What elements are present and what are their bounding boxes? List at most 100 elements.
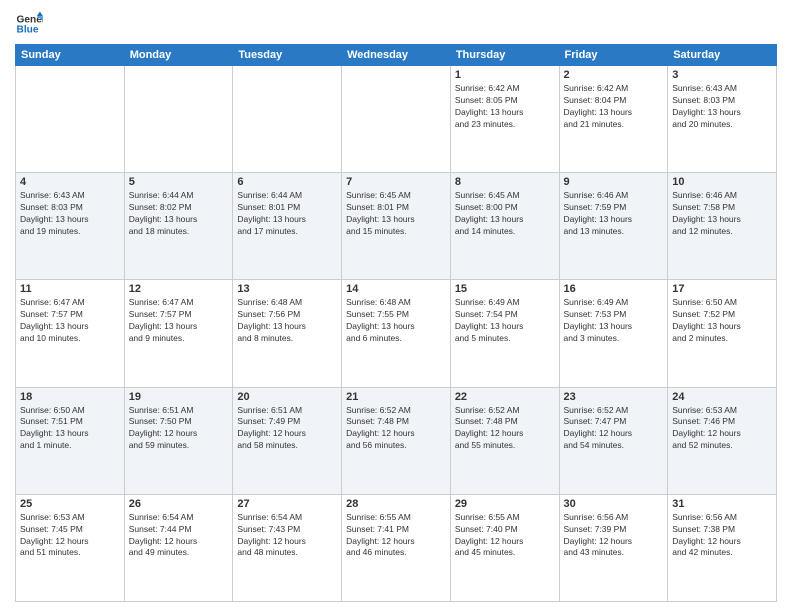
week-row-1: 1Sunrise: 6:42 AM Sunset: 8:05 PM Daylig… [16, 66, 777, 173]
day-cell: 16 Sunrise: 6:49 AM Sunset: 7:53 PM Dayli… [559, 280, 668, 387]
day-info: Sunrise: 6:49 AM Sunset: 7:54 PM Dayligh… [455, 297, 555, 345]
day-number: 22 [455, 391, 555, 403]
day-number: 7 [346, 176, 446, 188]
day-number: 20 [237, 391, 337, 403]
day-cell [342, 66, 451, 173]
day-number: 4 [20, 176, 120, 188]
day-cell: 28Sunrise: 6:55 AM Sunset: 7:41 PM Dayli… [342, 494, 451, 601]
day-info: Sunrise: 6:48 AM Sunset: 7:56 PM Dayligh… [237, 297, 337, 345]
day-number: 29 [455, 498, 555, 510]
day-info: Sunrise: 6:49 AM Sunset: 7:53 PM Dayligh… [564, 297, 664, 345]
day-number: 18 [20, 391, 120, 403]
day-number: 14 [346, 283, 446, 295]
day-cell: 14 Sunrise: 6:48 AM Sunset: 7:55 PM Dayli… [342, 280, 451, 387]
day-number: 6 [237, 176, 337, 188]
day-number: 9 [564, 176, 664, 188]
day-number: 25 [20, 498, 120, 510]
day-info: Sunrise: 6:48 AM Sunset: 7:55 PM Dayligh… [346, 297, 446, 345]
day-info: Sunrise: 6:46 AM Sunset: 7:59 PM Dayligh… [564, 190, 664, 238]
weekday-thursday: Thursday [450, 45, 559, 66]
day-number: 17 [672, 283, 772, 295]
day-cell: 19 Sunrise: 6:51 AM Sunset: 7:50 PM Dayli… [124, 387, 233, 494]
day-info: Sunrise: 6:45 AM Sunset: 8:01 PM Dayligh… [346, 190, 446, 238]
day-info: Sunrise: 6:54 AM Sunset: 7:43 PM Dayligh… [237, 512, 337, 560]
day-cell: 25 Sunrise: 6:53 AM Sunset: 7:45 PM Dayli… [16, 494, 125, 601]
weekday-monday: Monday [124, 45, 233, 66]
day-number: 31 [672, 498, 772, 510]
day-cell: 3Sunrise: 6:43 AM Sunset: 8:03 PM Daylig… [668, 66, 777, 173]
day-number: 12 [129, 283, 229, 295]
day-cell: 17 Sunrise: 6:50 AM Sunset: 7:52 PM Dayli… [668, 280, 777, 387]
day-cell: 12 Sunrise: 6:47 AM Sunset: 7:57 PM Dayli… [124, 280, 233, 387]
day-cell [124, 66, 233, 173]
header: General Blue [15, 10, 777, 38]
week-row-4: 18 Sunrise: 6:50 AM Sunset: 7:51 PM Dayli… [16, 387, 777, 494]
day-info: Sunrise: 6:44 AM Sunset: 8:01 PM Dayligh… [237, 190, 337, 238]
day-number: 30 [564, 498, 664, 510]
day-info: Sunrise: 6:51 AM Sunset: 7:50 PM Dayligh… [129, 405, 229, 453]
day-cell [233, 66, 342, 173]
day-cell: 1Sunrise: 6:42 AM Sunset: 8:05 PM Daylig… [450, 66, 559, 173]
day-number: 1 [455, 69, 555, 81]
day-cell: 26 Sunrise: 6:54 AM Sunset: 7:44 PM Dayli… [124, 494, 233, 601]
day-cell: 23 Sunrise: 6:52 AM Sunset: 7:47 PM Dayli… [559, 387, 668, 494]
day-info: Sunrise: 6:42 AM Sunset: 8:04 PM Dayligh… [564, 83, 664, 131]
day-cell: 29 Sunrise: 6:55 AM Sunset: 7:40 PM Dayli… [450, 494, 559, 601]
weekday-tuesday: Tuesday [233, 45, 342, 66]
weekday-header-row: SundayMondayTuesdayWednesdayThursdayFrid… [16, 45, 777, 66]
day-number: 19 [129, 391, 229, 403]
day-info: Sunrise: 6:55 AM Sunset: 7:41 PM Dayligh… [346, 512, 446, 560]
day-info: Sunrise: 6:56 AM Sunset: 7:39 PM Dayligh… [564, 512, 664, 560]
svg-text:Blue: Blue [17, 25, 39, 36]
day-cell: 18 Sunrise: 6:50 AM Sunset: 7:51 PM Dayli… [16, 387, 125, 494]
day-number: 8 [455, 176, 555, 188]
day-cell: 13 Sunrise: 6:48 AM Sunset: 7:56 PM Dayli… [233, 280, 342, 387]
day-number: 2 [564, 69, 664, 81]
day-info: Sunrise: 6:44 AM Sunset: 8:02 PM Dayligh… [129, 190, 229, 238]
day-info: Sunrise: 6:55 AM Sunset: 7:40 PM Dayligh… [455, 512, 555, 560]
day-cell: 22 Sunrise: 6:52 AM Sunset: 7:48 PM Dayli… [450, 387, 559, 494]
day-number: 13 [237, 283, 337, 295]
day-info: Sunrise: 6:50 AM Sunset: 7:51 PM Dayligh… [20, 405, 120, 453]
day-cell: 7 Sunrise: 6:45 AM Sunset: 8:01 PM Daylig… [342, 173, 451, 280]
day-cell: 5 Sunrise: 6:44 AM Sunset: 8:02 PM Daylig… [124, 173, 233, 280]
day-number: 5 [129, 176, 229, 188]
day-cell: 24Sunrise: 6:53 AM Sunset: 7:46 PM Dayli… [668, 387, 777, 494]
day-cell: 2 Sunrise: 6:42 AM Sunset: 8:04 PM Daylig… [559, 66, 668, 173]
day-number: 15 [455, 283, 555, 295]
week-row-5: 25 Sunrise: 6:53 AM Sunset: 7:45 PM Dayli… [16, 494, 777, 601]
day-cell: 20Sunrise: 6:51 AM Sunset: 7:49 PM Dayli… [233, 387, 342, 494]
day-cell: 4 Sunrise: 6:43 AM Sunset: 8:03 PM Daylig… [16, 173, 125, 280]
day-info: Sunrise: 6:46 AM Sunset: 7:58 PM Dayligh… [672, 190, 772, 238]
day-info: Sunrise: 6:54 AM Sunset: 7:44 PM Dayligh… [129, 512, 229, 560]
day-number: 27 [237, 498, 337, 510]
day-cell: 10 Sunrise: 6:46 AM Sunset: 7:58 PM Dayli… [668, 173, 777, 280]
day-cell: 27 Sunrise: 6:54 AM Sunset: 7:43 PM Dayli… [233, 494, 342, 601]
day-info: Sunrise: 6:47 AM Sunset: 7:57 PM Dayligh… [20, 297, 120, 345]
day-cell: 30 Sunrise: 6:56 AM Sunset: 7:39 PM Dayli… [559, 494, 668, 601]
day-info: Sunrise: 6:52 AM Sunset: 7:48 PM Dayligh… [346, 405, 446, 453]
weekday-saturday: Saturday [668, 45, 777, 66]
day-number: 24 [672, 391, 772, 403]
day-cell: 15 Sunrise: 6:49 AM Sunset: 7:54 PM Dayli… [450, 280, 559, 387]
day-number: 23 [564, 391, 664, 403]
weekday-wednesday: Wednesday [342, 45, 451, 66]
day-cell: 9 Sunrise: 6:46 AM Sunset: 7:59 PM Daylig… [559, 173, 668, 280]
day-info: Sunrise: 6:43 AM Sunset: 8:03 PM Dayligh… [20, 190, 120, 238]
day-cell: 6 Sunrise: 6:44 AM Sunset: 8:01 PM Daylig… [233, 173, 342, 280]
day-info: Sunrise: 6:53 AM Sunset: 7:45 PM Dayligh… [20, 512, 120, 560]
day-info: Sunrise: 6:56 AM Sunset: 7:38 PM Dayligh… [672, 512, 772, 560]
weekday-friday: Friday [559, 45, 668, 66]
calendar-table: SundayMondayTuesdayWednesdayThursdayFrid… [15, 44, 777, 602]
week-row-2: 4 Sunrise: 6:43 AM Sunset: 8:03 PM Daylig… [16, 173, 777, 280]
day-cell [16, 66, 125, 173]
day-cell: 11 Sunrise: 6:47 AM Sunset: 7:57 PM Dayli… [16, 280, 125, 387]
day-info: Sunrise: 6:52 AM Sunset: 7:48 PM Dayligh… [455, 405, 555, 453]
day-number: 10 [672, 176, 772, 188]
day-number: 11 [20, 283, 120, 295]
day-number: 26 [129, 498, 229, 510]
day-info: Sunrise: 6:47 AM Sunset: 7:57 PM Dayligh… [129, 297, 229, 345]
day-info: Sunrise: 6:52 AM Sunset: 7:47 PM Dayligh… [564, 405, 664, 453]
day-number: 16 [564, 283, 664, 295]
day-info: Sunrise: 6:50 AM Sunset: 7:52 PM Dayligh… [672, 297, 772, 345]
